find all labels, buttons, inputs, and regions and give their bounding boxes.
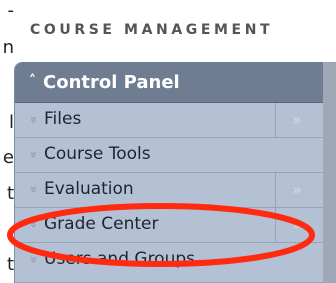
control-panel-header[interactable]: ˄ Control Panel xyxy=(15,62,323,103)
body-text-fragment: t xyxy=(6,254,14,275)
double-chevron-right-icon: » xyxy=(292,215,302,234)
double-chevron-up-icon: ˄ xyxy=(29,73,36,89)
menu-item-label: Files xyxy=(44,109,82,129)
double-chevron-down-icon: » xyxy=(25,220,41,229)
course-management-title: COURSE MANAGEMENT xyxy=(30,22,274,38)
control-panel-title: Control Panel xyxy=(43,72,180,93)
body-text-fragment: t xyxy=(6,183,14,204)
body-text-fragment: - xyxy=(7,0,15,21)
menu-item-label: Users and Groups xyxy=(44,249,196,269)
expand-button[interactable]: » xyxy=(275,208,323,242)
body-text-fragment: e xyxy=(2,147,14,168)
menu-item-label: Grade Center xyxy=(44,214,159,234)
menu-item-course-tools[interactable]: » Course Tools xyxy=(15,138,323,173)
expand-button[interactable]: » xyxy=(275,103,323,137)
double-chevron-right-icon: » xyxy=(292,180,302,199)
double-chevron-down-icon: » xyxy=(25,150,41,159)
menu-item-evaluation[interactable]: » Evaluation » xyxy=(15,173,323,208)
double-chevron-down-icon: » xyxy=(25,185,41,194)
double-chevron-down-icon: » xyxy=(25,115,41,124)
double-chevron-right-icon: » xyxy=(292,110,302,129)
menu-item-label: Course Tools xyxy=(44,144,151,164)
menu-item-files[interactable]: » Files » xyxy=(15,103,323,138)
expand-button[interactable]: » xyxy=(275,173,323,207)
menu-item-users-and-groups[interactable]: » Users and Groups xyxy=(15,243,323,283)
control-panel: ˄ Control Panel » Files » » Course Tools… xyxy=(14,62,336,283)
menu-item-label: Evaluation xyxy=(44,179,134,199)
body-text-fragment: l xyxy=(8,112,14,133)
double-chevron-down-icon: » xyxy=(25,255,41,264)
menu-item-grade-center[interactable]: » Grade Center » xyxy=(15,208,323,243)
panel-scroll-strip xyxy=(323,62,336,283)
body-text-fragment: n xyxy=(2,37,14,58)
